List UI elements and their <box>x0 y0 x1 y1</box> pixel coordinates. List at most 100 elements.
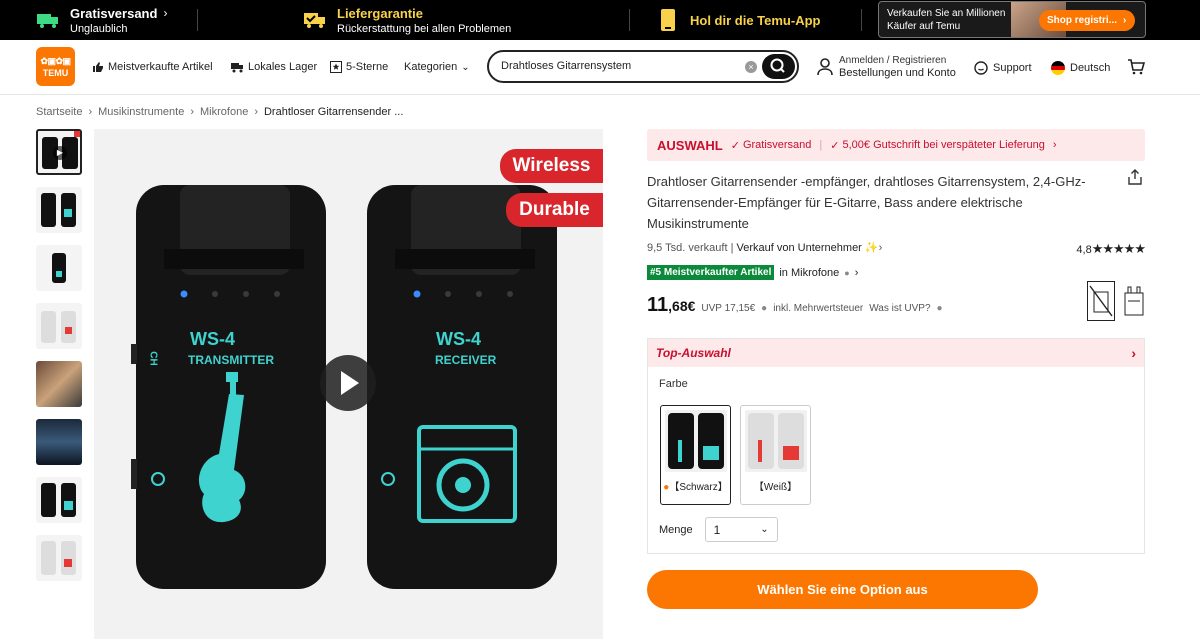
quantity-row: Menge 1 ⌄ <box>659 517 778 542</box>
language-label: Deutsch <box>1070 62 1111 74</box>
guarantee-title: Liefergarantie <box>337 5 423 21</box>
rating[interactable]: 4,8★★★★★ <box>1076 241 1146 257</box>
quantity-label: Menge <box>659 523 693 536</box>
uvp-price: UVP 17,15€ <box>701 303 756 314</box>
share-icon[interactable] <box>1127 169 1143 190</box>
color-option-white[interactable]: 【Weiß】 <box>740 405 811 505</box>
chevron-right-icon: › <box>163 6 168 20</box>
nav-bestsellers[interactable]: Meistverkaufte Artikel <box>92 61 213 73</box>
star-rating-icon: ★★★★★ <box>1091 241 1146 256</box>
variant-selector: Top-Auswahl › Farbe ●【Schwarz】 【Weiß】 Men… <box>647 338 1145 554</box>
seller-link[interactable]: Verkauf von Unternehmer <box>737 242 862 254</box>
color-option-label: 【Schwarz】 <box>669 482 728 493</box>
check-icon: ✓ <box>830 139 840 152</box>
thumbnail-4[interactable] <box>36 303 82 349</box>
recycling-info-icon <box>1124 285 1144 322</box>
clear-icon[interactable]: × <box>745 61 757 73</box>
thumbs-up-icon <box>93 62 103 72</box>
breadcrumb: Startseite › Musikinstrumente › Mikrofone ›… <box>36 106 403 118</box>
thumbnail-list: ▶ <box>36 129 84 593</box>
thumbnail-3[interactable] <box>36 245 82 291</box>
chevron-right-icon: › <box>1052 139 1057 151</box>
nav-label: Lokales Lager <box>248 61 318 73</box>
breadcrumb-separator: › <box>88 106 93 118</box>
account-menu[interactable]: Anmelden / Registrieren Bestellungen und… <box>817 54 956 80</box>
truck-icon <box>231 63 243 73</box>
color-option-label: 【Weiß】 <box>753 482 798 493</box>
info-icon: ● <box>844 267 850 278</box>
divider <box>629 9 630 31</box>
top-selection-header[interactable]: Top-Auswahl › <box>648 339 1144 367</box>
breadcrumb-mics[interactable]: Mikrofone <box>200 106 248 118</box>
product-main-image[interactable]: Wireless Durable WS-4 TRANSMITTER WS-4 R… <box>94 129 603 639</box>
search-input[interactable]: Drahtloses Gitarrensystem <box>501 60 631 72</box>
nav-local-warehouse[interactable]: Lokales Lager <box>231 61 317 73</box>
thumbnail-2[interactable] <box>36 187 82 233</box>
top-selection-title: Top-Auswahl <box>656 346 731 360</box>
sparkle-icon: ✨ <box>864 242 879 254</box>
info-icon[interactable]: ● <box>761 303 767 314</box>
search-button[interactable] <box>762 54 795 79</box>
breadcrumb-music[interactable]: Musikinstrumente <box>98 106 184 118</box>
support-link[interactable]: Support <box>974 61 1032 75</box>
thumbnail-video[interactable]: ▶ <box>36 129 82 175</box>
breadcrumb-current: Drahtloser Gitarrensender ... <box>263 106 404 118</box>
promo-credit: 5,00€ Gutschrift bei verspäteter Lieferu… <box>842 139 1045 151</box>
nav-label: 5-Sterne <box>346 61 389 73</box>
rank-row[interactable]: #5 Meistverkaufter Artikel in Mikrofone … <box>647 265 1145 280</box>
breadcrumb-home[interactable]: Startseite <box>36 106 82 118</box>
durable-badge: Durable <box>506 193 603 227</box>
app-title: Hol dir die Temu-App <box>690 12 821 28</box>
thumbnail-7[interactable] <box>36 477 82 523</box>
divider <box>197 9 198 31</box>
product-info: AUSWAHL ✓ Gratisversand | ✓ 5,00€ Gutschri… <box>647 129 1146 609</box>
breadcrumb-separator: › <box>190 106 195 118</box>
seller-banner[interactable]: Verkaufen Sie an Millionen Käufer auf Tem… <box>878 1 1146 38</box>
guarantee-subtitle: Rückerstattung bei allen Problemen <box>337 22 512 35</box>
nav-five-stars[interactable]: 5-Sterne <box>330 61 388 73</box>
chevron-right-icon: › <box>1131 345 1136 361</box>
thumbnail-6[interactable] <box>36 419 82 465</box>
swatch-white-image <box>744 410 807 472</box>
receiver-label: RECEIVER <box>435 353 497 367</box>
quantity-select[interactable]: 1 ⌄ <box>704 517 778 542</box>
shipping-subtitle: Unglaublich <box>70 22 128 35</box>
app-banner[interactable]: Hol dir die Temu-App <box>660 0 820 40</box>
chevron-down-icon: ⌄ <box>461 61 470 73</box>
logo-text: TEMU <box>42 68 69 78</box>
quantity-value: 1 <box>713 522 721 537</box>
promo-banner[interactable]: AUSWAHL ✓ Gratisversand | ✓ 5,00€ Gutschri… <box>647 129 1145 161</box>
tax-note: inkl. Mehrwertsteuer <box>773 303 864 314</box>
thumbnail-5[interactable] <box>36 361 82 407</box>
cart-icon[interactable] <box>1127 59 1146 80</box>
search-bar[interactable]: Drahtloses Gitarrensystem × <box>487 50 799 83</box>
chevron-right-icon: › <box>878 242 883 254</box>
german-flag-icon <box>1051 61 1065 75</box>
shop-register-button[interactable]: Shop registri... › <box>1039 10 1135 31</box>
support-label: Support <box>993 62 1032 74</box>
promo-free-shipping: Gratisversand <box>742 139 812 151</box>
color-label: Farbe <box>659 378 688 390</box>
phone-icon <box>661 9 675 31</box>
transmitter-label: TRANSMITTER <box>188 353 274 367</box>
uvp-question[interactable]: Was ist UVP? <box>869 303 930 314</box>
thumbnail-8[interactable] <box>36 535 82 581</box>
guarantee-banner[interactable]: Liefergarantie Rückerstattung bei allen … <box>303 0 511 40</box>
divider <box>861 9 862 31</box>
temu-logo[interactable]: ✿▣✿▣ TEMU <box>36 47 75 86</box>
nav-categories[interactable]: Kategorien ⌄ <box>404 61 470 73</box>
shipping-title: Gratisversand <box>70 5 158 21</box>
nav-label: Kategorien <box>404 61 458 73</box>
rating-value: 4,8 <box>1076 244 1092 256</box>
color-option-black[interactable]: ●【Schwarz】 <box>660 405 731 505</box>
product-title: Drahtloser Gitarrensender -empfänger, dr… <box>647 174 1086 231</box>
price-main: 11 <box>647 294 669 316</box>
play-icon: ▶ <box>53 146 67 160</box>
language-selector[interactable]: Deutsch <box>1051 61 1110 75</box>
account-signin: Anmelden / Registrieren <box>839 55 947 66</box>
seller-text: Verkaufen Sie an Millionen Käufer auf Tem… <box>887 8 1006 32</box>
breadcrumb-separator: › <box>254 106 258 118</box>
divider: | <box>819 139 823 151</box>
shipping-banner[interactable]: Gratisversand Unglaublich › <box>36 0 167 40</box>
select-option-button[interactable]: Wählen Sie eine Option aus <box>647 570 1038 609</box>
